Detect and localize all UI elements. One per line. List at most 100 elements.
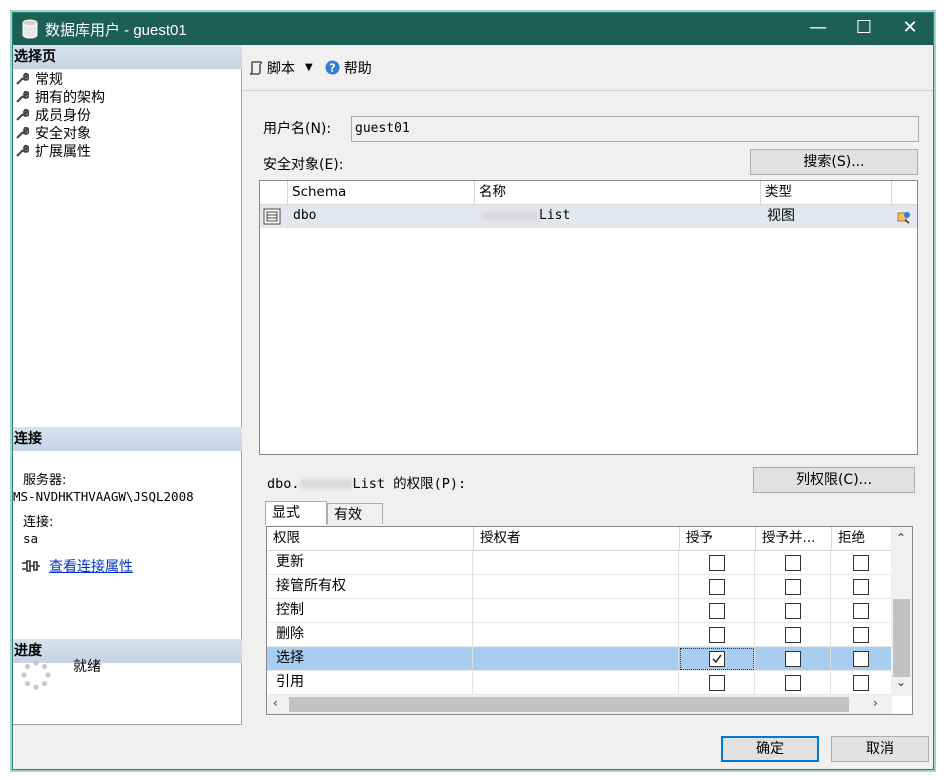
deny-checkbox[interactable] (853, 603, 869, 619)
grant-checkbox-cell (679, 647, 755, 671)
tab-explicit[interactable]: 显式 (265, 501, 327, 525)
horizontal-scroll-thumb[interactable] (289, 697, 849, 712)
close-button[interactable]: ✕ (887, 13, 933, 45)
row-selector[interactable] (263, 205, 285, 228)
permission-name: 更新 (267, 551, 473, 575)
permission-grantor (473, 623, 679, 647)
connection-header: 连接 (13, 427, 242, 451)
chevron-down-icon[interactable]: ▼ (305, 62, 313, 73)
grant-checkbox[interactable] (708, 675, 725, 691)
deny-checkbox-cell (831, 671, 892, 695)
with-grant-checkbox-cell (755, 551, 831, 575)
deny-checkbox[interactable] (853, 579, 869, 595)
minimize-button[interactable]: — (795, 13, 841, 45)
cancel-button[interactable]: 取消 (831, 736, 929, 762)
view-connection-properties[interactable]: 查看连接属性 (21, 556, 133, 576)
scroll-down-icon[interactable]: ⌄ (896, 675, 906, 689)
grant-checkbox[interactable] (708, 603, 725, 619)
wrench-icon (16, 126, 29, 139)
grant-checkbox[interactable] (708, 555, 725, 571)
grant-checkbox-cell (679, 671, 755, 695)
wrench-icon (16, 144, 29, 157)
column-header-name[interactable]: 名称 (474, 181, 760, 205)
scroll-right-icon[interactable]: › (873, 696, 878, 710)
deny-checkbox[interactable] (853, 555, 869, 571)
securables-label: 安全对象(E): (263, 157, 344, 173)
deny-checkbox-cell (831, 647, 892, 671)
table-row[interactable]: 删除 (267, 623, 892, 647)
username-field[interactable]: guest01 (351, 116, 919, 142)
page-list: 常规 拥有的架构 成员身份 安全对象 扩展属性 (15, 70, 105, 160)
column-header-type[interactable]: 类型 (760, 181, 891, 205)
deny-checkbox-cell (831, 551, 892, 575)
horizontal-scrollbar[interactable]: ‹ › (267, 695, 892, 714)
grant-checkbox-cell (679, 623, 755, 647)
grant-checkbox-cell (679, 551, 755, 575)
with-grant-checkbox[interactable] (784, 603, 801, 619)
scroll-up-icon[interactable]: ⌃ (896, 531, 906, 545)
scroll-left-icon[interactable]: ‹ (273, 696, 278, 710)
help-button[interactable]: ? 帮助 (325, 58, 372, 78)
column-header-grantor[interactable]: 授权者 (473, 527, 679, 551)
with-grant-checkbox[interactable] (784, 579, 801, 595)
with-grant-checkbox[interactable] (784, 555, 801, 571)
permissions-grid: 权限 授权者 授予 授予并... 拒绝 更新 接管所有权 控制 删除 选择 引用 ⌃ ⌄ … (266, 526, 913, 715)
main-content: 用户名(N): guest01 安全对象(E): 搜索(S)... Schema… (243, 92, 933, 725)
table-row[interactable]: 引用 (267, 671, 892, 695)
column-header-grant[interactable]: 授予 (679, 527, 755, 551)
page-item-label: 常规 (35, 72, 63, 88)
page-item-label: 扩展属性 (35, 144, 91, 160)
table-row[interactable]: 接管所有权 (267, 575, 892, 599)
deny-checkbox[interactable] (853, 627, 869, 643)
securable-row[interactable]: dbo List 视图 (260, 205, 917, 228)
connection-label: 连接: (23, 515, 54, 530)
vertical-scrollbar[interactable]: ⌃ ⌄ (891, 527, 912, 696)
database-user-dialog: 数据库用户 - guest01 — ☐ ✕ 选择页 常规 拥有的架构 成员身份 … (12, 12, 934, 770)
tab-effective[interactable]: 有效 (327, 503, 383, 524)
deny-checkbox[interactable] (853, 675, 869, 691)
column-header-schema[interactable]: Schema (287, 181, 474, 205)
table-row[interactable]: 更新 (267, 551, 892, 575)
maximize-button[interactable]: ☐ (841, 13, 887, 45)
footer: 确定 取消 (243, 725, 933, 771)
page-item-membership[interactable]: 成员身份 (15, 106, 105, 124)
grant-checkbox[interactable] (708, 651, 725, 667)
securable-name: List (482, 205, 570, 228)
with-grant-checkbox[interactable] (784, 627, 801, 643)
column-permissions-button[interactable]: 列权限(C)... (753, 467, 915, 493)
search-button[interactable]: 搜索(S)... (750, 149, 918, 175)
ok-button[interactable]: 确定 (721, 736, 819, 762)
page-item-owned-schemas[interactable]: 拥有的架构 (15, 88, 105, 106)
grant-checkbox[interactable] (708, 627, 725, 643)
with-grant-checkbox[interactable] (784, 675, 801, 691)
column-header-deny[interactable]: 拒绝 (831, 527, 892, 551)
permission-grantor (473, 575, 679, 599)
page-item-general[interactable]: 常规 (15, 70, 105, 88)
vertical-scroll-thumb[interactable] (893, 599, 910, 677)
column-header-with-grant[interactable]: 授予并... (755, 527, 831, 551)
grant-checkbox[interactable] (708, 579, 725, 595)
select-page-header: 选择页 (13, 45, 242, 69)
plug-icon (22, 560, 40, 572)
with-grant-checkbox-cell (755, 671, 831, 695)
permission-grantor (473, 671, 679, 695)
page-item-extended-properties[interactable]: 扩展属性 (15, 142, 105, 160)
with-grant-checkbox-cell (755, 575, 831, 599)
table-row[interactable]: 控制 (267, 599, 892, 623)
permission-name: 接管所有权 (267, 575, 473, 599)
page-item-securables[interactable]: 安全对象 (15, 124, 105, 142)
view-connection-properties-link[interactable]: 查看连接属性 (49, 556, 133, 576)
securables-grid: Schema 名称 类型 dbo List 视图 (259, 180, 918, 455)
grant-checkbox-cell (679, 575, 755, 599)
server-label: 服务器: (23, 473, 67, 488)
progress-area: 就绪 (21, 659, 101, 690)
server-value: MS-NVDHKTHVAAGW\JSQL2008 (13, 489, 194, 504)
with-grant-checkbox[interactable] (784, 651, 801, 667)
script-button[interactable]: 脚本 ▼ (249, 58, 313, 78)
database-icon (22, 19, 38, 39)
table-row[interactable]: 选择 (267, 647, 892, 671)
deny-checkbox-cell (831, 599, 892, 623)
column-header-permission[interactable]: 权限 (267, 527, 473, 551)
spinner-icon (21, 660, 51, 690)
deny-checkbox[interactable] (853, 651, 869, 667)
